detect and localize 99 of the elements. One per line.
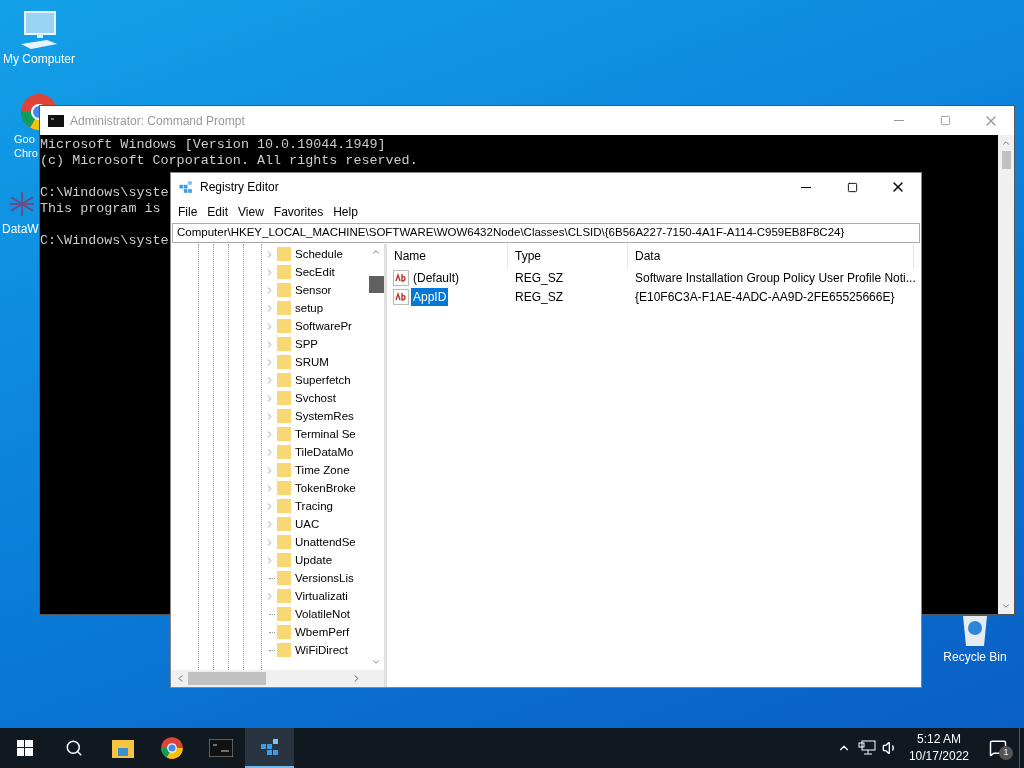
scroll-up-icon[interactable] <box>1001 138 1011 148</box>
value-name[interactable]: AppID <box>411 287 449 306</box>
value-data: {E10F6C3A-F1AE-4ADC-AA9D-2FE65525666E} <box>634 288 895 306</box>
console-line: C:\Windows\syste <box>40 185 169 201</box>
tree-item[interactable]: SecEdit <box>295 265 335 279</box>
value-type: REG_SZ <box>514 288 564 306</box>
tree-item[interactable]: WbemPerf <box>295 625 350 639</box>
tree-item[interactable]: Virtualizati <box>295 589 348 603</box>
string-value-icon <box>393 269 409 286</box>
tree-item[interactable]: Svchost <box>295 391 336 405</box>
folder-icon <box>276 498 292 514</box>
folder-icon <box>276 300 292 316</box>
search-icon <box>64 739 83 757</box>
folder-icon <box>276 624 292 640</box>
cubes-icon <box>258 736 281 758</box>
scroll-down-icon[interactable] <box>1001 601 1011 611</box>
column-header[interactable]: Name <box>387 244 508 268</box>
folder-icon <box>276 570 292 586</box>
folder-icon <box>276 462 292 478</box>
value-type: REG_SZ <box>514 269 564 287</box>
tree-item[interactable]: Schedule <box>295 247 343 261</box>
tree-item[interactable]: UnattendSe <box>295 535 356 549</box>
tree-item[interactable]: UAC <box>295 517 320 531</box>
scroll-thumb[interactable] <box>368 276 384 293</box>
folder-icon <box>276 246 292 262</box>
scrollbar[interactable] <box>998 135 1014 614</box>
menu-item[interactable]: Edit <box>202 201 234 223</box>
windows-logo-icon <box>16 740 33 756</box>
folder-icon <box>276 588 292 604</box>
tree-item[interactable]: SystemRes <box>295 409 354 423</box>
grid-icon <box>10 192 34 216</box>
menu-item[interactable]: Help <box>328 201 363 223</box>
folder-icon <box>276 552 292 568</box>
tree-item[interactable]: Terminal Se <box>295 427 356 441</box>
menu-item[interactable]: File <box>173 201 203 223</box>
tree-item[interactable]: SPP <box>295 337 318 351</box>
console-icon <box>208 739 233 757</box>
maximize-icon <box>846 181 858 193</box>
folder-icon <box>276 444 292 460</box>
folder-icon <box>276 390 292 406</box>
cubes-icon <box>178 179 194 195</box>
folder-icon <box>276 516 292 532</box>
tree-item[interactable]: setup <box>295 301 324 315</box>
notification-icon[interactable] <box>989 739 1007 757</box>
icon-label[interactable]: Recycle Bin <box>943 650 1007 664</box>
console-line: C:\Windows\syste <box>40 233 169 249</box>
value-data: Software Installation Group Policy User Profile Noti... <box>634 269 916 287</box>
taskbar-button[interactable] <box>245 728 294 768</box>
menu-item[interactable]: Favorites <box>268 201 329 223</box>
column-header[interactable]: Type <box>508 244 628 268</box>
folder-icon <box>276 408 292 424</box>
folder-icon <box>276 642 292 658</box>
folder-icon <box>276 372 292 388</box>
folder-icon <box>276 264 292 280</box>
value-name[interactable]: (Default) <box>411 268 461 287</box>
tree-item[interactable]: TileDataMo <box>295 445 354 459</box>
menu-item[interactable]: View <box>233 201 269 223</box>
minimize-icon <box>801 186 811 188</box>
tree-item[interactable]: Superfetch <box>295 373 351 387</box>
scroll-down-icon[interactable] <box>371 657 381 667</box>
folder-icon <box>276 318 292 334</box>
scroll-thumb[interactable] <box>188 672 266 685</box>
tree-item[interactable]: VersionsLis <box>295 571 354 585</box>
column-header[interactable]: Data <box>628 244 914 268</box>
tree-item[interactable]: SoftwarePr <box>295 319 352 333</box>
scroll-thumb[interactable] <box>1001 151 1011 169</box>
folder-icon <box>276 354 292 370</box>
maximize-icon <box>939 115 951 126</box>
notification-count: 1 <box>999 746 1013 760</box>
tree-item[interactable]: SRUM <box>295 355 329 369</box>
window-title: Administrator: Command Prompt <box>70 112 245 130</box>
folder-icon <box>276 282 292 298</box>
folder-icon <box>111 738 134 758</box>
string-value-icon <box>393 288 409 305</box>
minimize-icon <box>894 120 904 121</box>
tree-item[interactable]: Update <box>295 553 333 567</box>
folder-icon <box>276 336 292 352</box>
console-line: Microsoft Windows [Version 10.0.19044.1949] <box>40 137 386 153</box>
scroll-up-icon[interactable] <box>371 247 381 257</box>
folder-icon <box>276 534 292 550</box>
console-icon <box>48 114 64 127</box>
clock-date[interactable]: 10/17/2022 <box>908 748 969 765</box>
scrollbar[interactable] <box>171 670 384 687</box>
tree-item[interactable]: WiFiDirect <box>295 643 349 657</box>
tree-item[interactable]: TokenBroke <box>295 481 356 495</box>
console-line: (c) Microsoft Corporation. All rights reserved. <box>40 153 418 169</box>
address-bar[interactable]: Computer\HKEY_LOCAL_MACHINE\SOFTWARE\WOW6432Node\Classes\CLSID\{6B56A227-7150-4A1F-A114-C959EB8F8C24} <box>172 223 920 243</box>
tree-item[interactable]: Tracing <box>295 499 333 513</box>
network-icon[interactable] <box>857 740 876 756</box>
folder-icon <box>276 480 292 496</box>
tree-item[interactable]: Sensor <box>295 283 332 297</box>
console-line: This program is <box>40 201 161 217</box>
chrome-icon <box>159 736 184 760</box>
tree-item[interactable]: VolatileNot <box>295 607 350 621</box>
clock-time[interactable]: 5:12 AM <box>916 731 961 748</box>
folder-icon <box>276 606 292 622</box>
tree-item[interactable]: Time Zone <box>295 463 350 477</box>
window-title: Registry Editor <box>200 179 279 196</box>
folder-icon <box>276 426 292 442</box>
